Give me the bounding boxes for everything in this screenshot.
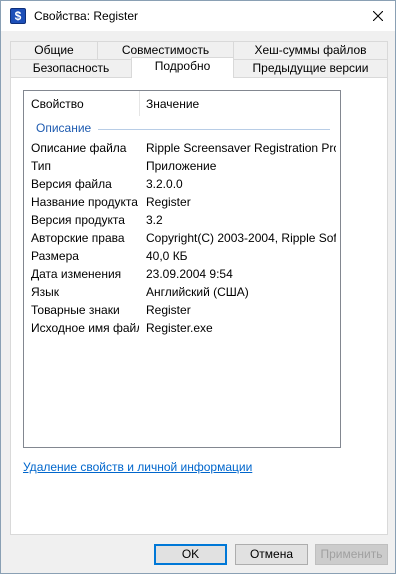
title-bar[interactable]: $ Свойства: Register (1, 1, 395, 31)
property-value: Ripple Screensaver Registration Pro... (146, 141, 336, 155)
property-name: Авторские права (31, 231, 125, 245)
close-button[interactable] (361, 1, 395, 31)
property-name: Описание файла (31, 141, 127, 155)
property-name: Исходное имя файла (31, 321, 139, 335)
property-value: Register.exe (146, 321, 213, 335)
property-name: Дата изменения (31, 267, 122, 281)
cancel-button[interactable]: Отмена (235, 544, 308, 565)
property-name: Тип (31, 159, 52, 173)
column-header-value[interactable]: Значение (146, 97, 199, 111)
tab-security[interactable]: Безопасность (10, 59, 132, 78)
property-value: 3.2.0.0 (146, 177, 183, 191)
property-name: Язык (31, 285, 60, 299)
ok-button[interactable]: OK (154, 544, 227, 565)
property-value: 23.09.2004 9:54 (146, 267, 233, 281)
list-item[interactable]: Версия файла 3.2.0.0 (24, 175, 340, 193)
property-value: Английский (США) (146, 285, 249, 299)
property-name: Версия файла (31, 177, 112, 191)
tab-previous-versions[interactable]: Предыдущие версии (233, 59, 388, 78)
property-name: Название продукта (31, 195, 138, 209)
group-description: Описание (24, 119, 340, 137)
properties-dialog: $ Свойства: Register Общие Совместимость… (0, 0, 396, 574)
list-item[interactable]: Исходное имя файла Register.exe (24, 319, 340, 337)
property-value: Register (146, 195, 191, 209)
list-item[interactable]: Товарные знаки Register (24, 301, 340, 319)
list-item[interactable]: Название продукта Register (24, 193, 340, 211)
property-name: Размера (31, 249, 79, 263)
list-item[interactable]: Описание файла Ripple Screensaver Registr… (24, 139, 340, 157)
list-item[interactable]: Размера 40,0 КБ (24, 247, 340, 265)
property-value: 3.2 (146, 213, 163, 227)
close-icon (373, 11, 383, 21)
list-item[interactable]: Тип Приложение (24, 157, 340, 175)
property-name: Товарные знаки (31, 303, 120, 317)
tab-general[interactable]: Общие (10, 41, 98, 60)
property-value: Приложение (146, 159, 217, 173)
list-item[interactable]: Язык Английский (США) (24, 283, 340, 301)
list-item[interactable]: Версия продукта 3.2 (24, 211, 340, 229)
app-s-icon: $ (10, 8, 26, 24)
property-value: Copyright(C) 2003-2004, Ripple Soft... (146, 231, 336, 245)
list-header: Свойство Значение (24, 91, 340, 116)
tab-file-hashes[interactable]: Хеш-суммы файлов (233, 41, 388, 60)
property-name: Версия продукта (31, 213, 125, 227)
tab-details[interactable]: Подробно (131, 57, 234, 78)
property-value: 40,0 КБ (146, 249, 188, 263)
column-header-property[interactable]: Свойство (31, 97, 84, 111)
remove-properties-link[interactable]: Удаление свойств и личной информации (23, 460, 252, 474)
column-separator[interactable] (139, 91, 140, 116)
group-divider (98, 129, 330, 130)
list-item[interactable]: Дата изменения 23.09.2004 9:54 (24, 265, 340, 283)
details-panel: Свойство Значение Описание Описание файл… (10, 77, 388, 535)
window-title: Свойства: Register (34, 9, 139, 23)
apply-button[interactable]: Применить (315, 544, 388, 565)
list-item[interactable]: Авторские права Copyright(C) 2003-2004, R… (24, 229, 340, 247)
property-value: Register (146, 303, 191, 317)
details-list[interactable]: Свойство Значение Описание Описание файл… (23, 90, 341, 448)
group-label: Описание (36, 121, 92, 135)
